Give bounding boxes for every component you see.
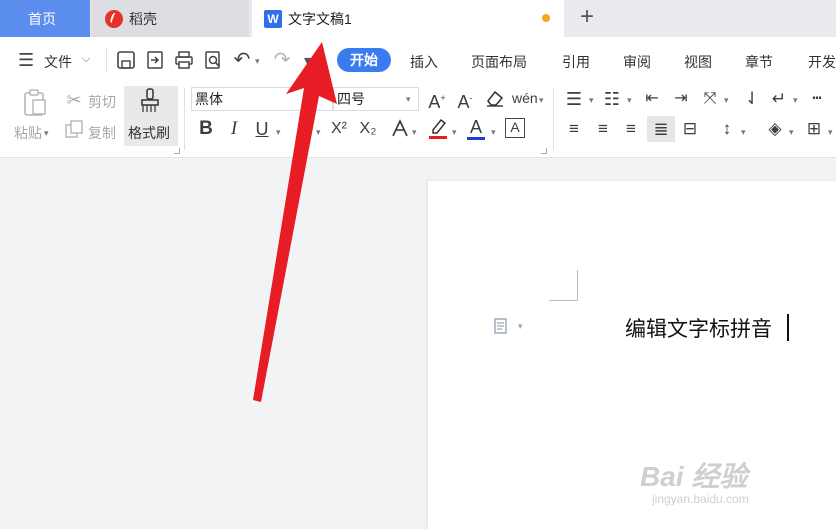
annotation-arrow <box>253 42 337 402</box>
